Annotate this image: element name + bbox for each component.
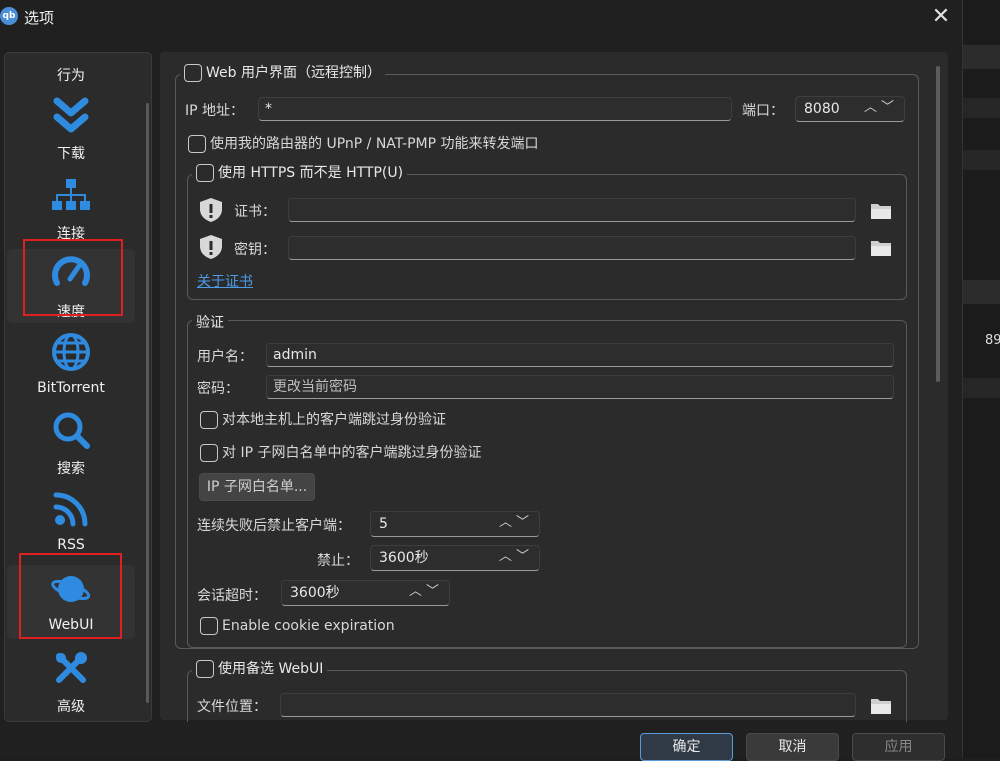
port-spinbox[interactable]: 8080 ︿﹀: [795, 96, 905, 122]
sidebar-scrollbar[interactable]: [146, 103, 149, 703]
qbittorrent-icon: qb: [0, 7, 18, 25]
title-bar: qb 选项 ✕: [0, 0, 962, 36]
alt-webui-checkbox[interactable]: [196, 660, 214, 678]
auth-group-label: 验证: [192, 312, 228, 332]
globe-icon: [52, 333, 90, 371]
session-timeout-value: 3600秒: [290, 585, 340, 601]
double-chevron-down-icon: [53, 97, 89, 133]
webui-enable-checkbox[interactable]: [184, 64, 202, 82]
username-input[interactable]: admin: [266, 343, 894, 367]
spin-arrows-icon[interactable]: ︿﹀: [499, 514, 533, 532]
ip-address-input[interactable]: *: [258, 97, 732, 121]
alt-webui-group-label: 使用备选 WebUI: [218, 661, 324, 677]
sidebar-item-label: 高级: [57, 699, 85, 715]
sidebar-item-label: 下载: [57, 146, 85, 162]
highlight-box-speed: [23, 239, 123, 316]
cookie-expiration-option[interactable]: Enable cookie expiration: [200, 617, 395, 635]
warning-shield-icon: [200, 235, 222, 259]
rss-icon: [53, 492, 88, 527]
ban-duration-label: 禁止：: [317, 553, 359, 569]
ban-duration-value: 3600秒: [379, 550, 429, 566]
bypass-whitelist-label: 对 IP 子网白名单中的客户端跳过身份验证: [222, 445, 482, 461]
bypass-whitelist-option[interactable]: 对 IP 子网白名单中的客户端跳过身份验证: [200, 442, 481, 462]
folder-browse-icon[interactable]: [870, 238, 892, 258]
ip-whitelist-button[interactable]: IP 子网白名单...: [199, 473, 315, 501]
cookie-expiration-label: Enable cookie expiration: [222, 618, 395, 634]
ip-label: IP 地址：: [185, 103, 245, 119]
network-icon: [52, 179, 90, 210]
ban-after-value: 5: [379, 516, 388, 532]
sidebar-item-label: RSS: [57, 537, 85, 553]
tools-icon: [56, 652, 87, 683]
about-certificates-link[interactable]: 关于证书: [197, 271, 253, 291]
cert-path-input[interactable]: [288, 198, 856, 222]
close-button[interactable]: ✕: [928, 2, 954, 32]
ban-after-spinbox[interactable]: 5 ︿﹀: [370, 511, 540, 537]
password-input[interactable]: 更改当前密码: [266, 375, 894, 399]
file-location-input[interactable]: [280, 693, 856, 717]
settings-scrollbar[interactable]: [936, 66, 940, 382]
background-window: 89: [962, 0, 1000, 758]
sidebar-item-label: 行为: [57, 68, 85, 84]
key-label: 密钥：: [234, 242, 276, 258]
folder-browse-icon[interactable]: [870, 201, 892, 221]
bypass-local-label: 对本地主机上的客户端跳过身份验证: [222, 412, 446, 428]
cancel-button[interactable]: 取消: [746, 733, 839, 761]
highlight-box-webui: [19, 553, 122, 639]
warning-shield-icon: [200, 198, 222, 222]
https-group-label: 使用 HTTPS 而不是 HTTP(U): [218, 165, 404, 181]
sidebar-item-label: BitTorrent: [37, 380, 105, 396]
sidebar-item-downloads[interactable]: 下载: [7, 91, 135, 165]
port-label: 端口：: [742, 103, 784, 119]
folder-browse-icon[interactable]: [870, 696, 892, 716]
sidebar-item-connection[interactable]: 连接: [7, 171, 135, 245]
sidebar-item-label: 搜索: [57, 461, 85, 477]
https-group-header[interactable]: 使用 HTTPS 而不是 HTTP(U): [192, 162, 408, 182]
spin-arrows-icon[interactable]: ︿﹀: [864, 99, 898, 117]
ok-button[interactable]: 确定: [640, 733, 733, 761]
close-icon: ✕: [931, 4, 951, 29]
file-location-label: 文件位置：: [197, 699, 267, 715]
spin-arrows-icon[interactable]: ︿﹀: [499, 548, 533, 566]
upnp-label: 使用我的路由器的 UPnP / NAT-PMP 功能来转发端口: [210, 136, 539, 152]
webui-group-header[interactable]: Web 用户界面（远程控制）: [180, 62, 385, 82]
sidebar-item-search[interactable]: 搜索: [7, 406, 135, 480]
key-path-input[interactable]: [288, 236, 856, 260]
upnp-option[interactable]: 使用我的路由器的 UPnP / NAT-PMP 功能来转发端口: [188, 133, 539, 153]
sidebar-item-rss[interactable]: RSS: [7, 485, 135, 559]
bypass-whitelist-checkbox[interactable]: [200, 444, 218, 462]
webui-group-label: Web 用户界面（远程控制）: [206, 65, 381, 81]
session-timeout-label: 会话超时：: [197, 588, 267, 604]
ban-after-label: 连续失败后禁止客户端：: [197, 518, 351, 534]
upnp-checkbox[interactable]: [188, 135, 206, 153]
background-value: 89: [985, 333, 1000, 348]
sidebar-item-bittorrent[interactable]: BitTorrent: [7, 328, 135, 402]
sidebar-item-advanced[interactable]: 高级: [7, 644, 135, 718]
bypass-local-checkbox[interactable]: [200, 411, 218, 429]
username-label: 用户名：: [197, 349, 253, 365]
search-icon: [53, 412, 90, 449]
ban-duration-spinbox[interactable]: 3600秒 ︿﹀: [370, 545, 540, 571]
session-timeout-spinbox[interactable]: 3600秒 ︿﹀: [281, 580, 450, 606]
apply-button[interactable]: 应用: [852, 733, 945, 761]
cookie-expiration-checkbox[interactable]: [200, 617, 218, 635]
spin-arrows-icon[interactable]: ︿﹀: [409, 583, 443, 601]
cert-label: 证书：: [234, 204, 276, 220]
bypass-local-option[interactable]: 对本地主机上的客户端跳过身份验证: [200, 409, 446, 429]
alt-webui-group-header[interactable]: 使用备选 WebUI: [192, 658, 328, 678]
port-value: 8080: [804, 101, 840, 117]
password-label: 密码：: [197, 381, 239, 397]
window-title: 选项: [24, 9, 55, 27]
https-checkbox[interactable]: [196, 164, 214, 182]
